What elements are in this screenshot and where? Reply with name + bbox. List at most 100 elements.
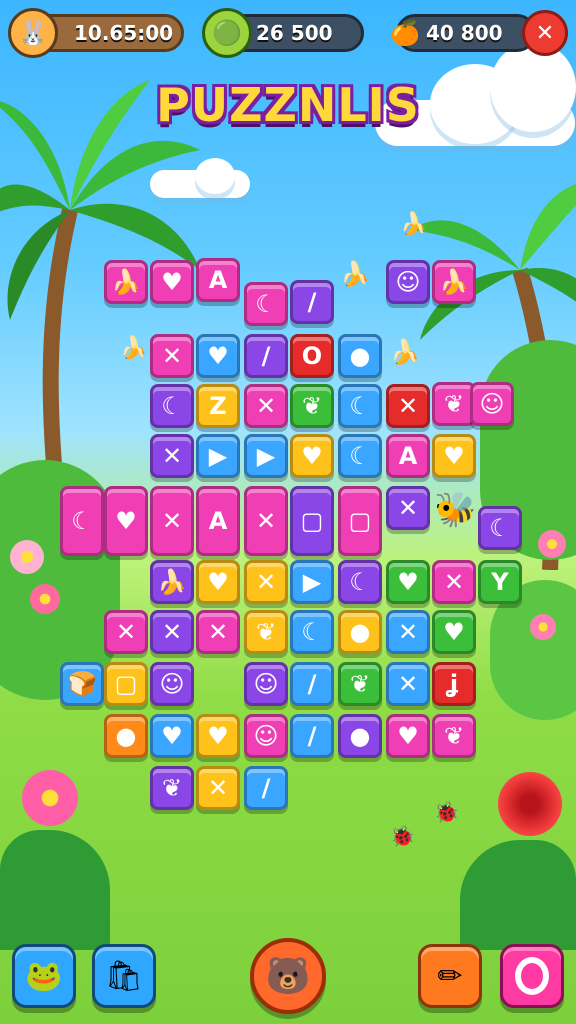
board-tile[interactable]: ☺ xyxy=(244,714,288,758)
banana-icon: 🍌 xyxy=(400,212,428,237)
board-tile[interactable]: O xyxy=(290,334,334,378)
board-tile[interactable]: ☾ xyxy=(290,610,334,654)
pencil-button[interactable]: ✏ xyxy=(418,944,482,1008)
board-tile[interactable]: ♥ xyxy=(196,334,240,378)
tile-glyph: 🍌 xyxy=(111,268,141,296)
tile-glyph: ✕ xyxy=(115,618,137,646)
board-tile[interactable]: ❦ xyxy=(150,766,194,810)
board-tile[interactable]: ♥ xyxy=(104,486,148,556)
board-tile[interactable]: ♥ xyxy=(432,434,476,478)
board-tile[interactable]: ✕ xyxy=(244,384,288,428)
board-tile[interactable]: ✕ xyxy=(150,610,194,654)
frog-button[interactable]: 🐸 xyxy=(12,944,76,1008)
board-tile[interactable]: ✕ xyxy=(150,486,194,556)
tile-glyph: / xyxy=(261,342,271,370)
board-tile[interactable]: ▶ xyxy=(290,560,334,604)
board-tile[interactable]: ☺ xyxy=(244,662,288,706)
time-value: 10.65:00 xyxy=(74,21,174,45)
board-tile[interactable]: ✕ xyxy=(150,434,194,478)
board-tile[interactable]: ☾ xyxy=(60,486,104,556)
board-tile[interactable]: ☺ xyxy=(470,382,514,426)
tile-glyph: ✕ xyxy=(207,774,229,802)
tile-glyph: 🍌 xyxy=(439,268,469,296)
board-tile[interactable]: ✕ xyxy=(386,610,430,654)
board-tile[interactable]: ❦ xyxy=(338,662,382,706)
board-tile[interactable]: ♥ xyxy=(290,434,334,478)
tile-glyph: ☾ xyxy=(349,568,371,596)
board-tile[interactable]: ♥ xyxy=(196,714,240,758)
board-tile[interactable]: ☺ xyxy=(150,662,194,706)
ring-button[interactable] xyxy=(500,944,564,1008)
close-button[interactable]: ✕ xyxy=(522,10,568,56)
bear-button[interactable]: 🐻 xyxy=(250,938,326,1014)
banana-icon: 🍌 xyxy=(340,260,370,288)
board-tile[interactable]: ✕ xyxy=(432,560,476,604)
bag-button[interactable]: 🛍 xyxy=(92,944,156,1008)
tile-glyph: ♥ xyxy=(301,442,323,470)
game-title: PUZZNLIS xyxy=(156,78,420,132)
board-tile[interactable]: ❦ xyxy=(290,384,334,428)
board-tile[interactable]: / xyxy=(290,280,334,324)
board-tile[interactable]: ☾ xyxy=(338,560,382,604)
board-tile[interactable]: ✕ xyxy=(196,610,240,654)
tile-glyph: ✕ xyxy=(161,442,183,470)
board-tile[interactable]: Y xyxy=(478,560,522,604)
board-tile[interactable]: ♥ xyxy=(432,610,476,654)
board-tile[interactable]: ☾ xyxy=(150,384,194,428)
board-tile[interactable]: ✕ xyxy=(386,662,430,706)
board-tile[interactable]: ✕ xyxy=(196,766,240,810)
tile-glyph: ♥ xyxy=(161,722,183,750)
tile-glyph: ❦ xyxy=(255,618,277,646)
board-tile[interactable]: ▶ xyxy=(196,434,240,478)
board-tile[interactable]: ✕ xyxy=(104,610,148,654)
beetle-icon: 🐞 xyxy=(390,824,415,848)
board-tile[interactable]: ♥ xyxy=(386,560,430,604)
board-tile[interactable]: 🍞 xyxy=(60,662,104,706)
board-tile[interactable]: 🍌 xyxy=(104,260,148,304)
board-tile[interactable]: ♥ xyxy=(150,260,194,304)
tile-glyph: ❦ xyxy=(161,774,183,802)
board-tile[interactable]: ✕ xyxy=(150,334,194,378)
board-tile[interactable]: ● xyxy=(338,334,382,378)
banana-icon: 🍌 xyxy=(390,338,420,366)
board-tile[interactable]: ❦ xyxy=(432,714,476,758)
board-tile[interactable]: ✕ xyxy=(386,486,430,530)
board-tile[interactable]: ● xyxy=(338,610,382,654)
board-tile[interactable]: A xyxy=(196,258,240,302)
tile-glyph: ♥ xyxy=(207,722,229,750)
board-tile[interactable]: / xyxy=(244,334,288,378)
board-tile[interactable]: ● xyxy=(104,714,148,758)
board-tile[interactable]: A xyxy=(196,486,240,556)
tile-glyph: A xyxy=(208,507,228,535)
tile-glyph: ✕ xyxy=(443,568,465,596)
tile-glyph: ✕ xyxy=(207,618,229,646)
board-tile[interactable]: ♥ xyxy=(196,560,240,604)
game-screen: 🐰 10.65:00 🟢 26 500 🍊 40 800 ✕ PUZZNLIS … xyxy=(0,0,576,1024)
board-tile[interactable]: ☾ xyxy=(338,384,382,428)
board-tile[interactable]: ☾ xyxy=(478,506,522,550)
board-tile[interactable]: ✕ xyxy=(244,486,288,556)
board-tile[interactable]: ▢ xyxy=(290,486,334,556)
board-tile[interactable]: / xyxy=(290,662,334,706)
board-tile[interactable]: ʝ xyxy=(432,662,476,706)
board-tile[interactable]: ☺ xyxy=(386,260,430,304)
board-tile[interactable]: / xyxy=(290,714,334,758)
board-tile[interactable]: / xyxy=(244,766,288,810)
board-tile[interactable]: ☾ xyxy=(244,282,288,326)
board-tile[interactable]: ▢ xyxy=(338,486,382,556)
board-tile[interactable]: ♥ xyxy=(386,714,430,758)
flower-icon xyxy=(22,770,78,826)
board-tile[interactable]: Z xyxy=(196,384,240,428)
board-tile[interactable]: ▢ xyxy=(104,662,148,706)
board-tile[interactable]: ♥ xyxy=(150,714,194,758)
board-tile[interactable]: ● xyxy=(338,714,382,758)
board-tile[interactable]: ✕ xyxy=(244,560,288,604)
board-tile[interactable]: ▶ xyxy=(244,434,288,478)
board-tile[interactable]: 🍌 xyxy=(432,260,476,304)
board-tile[interactable]: 🍌 xyxy=(150,560,194,604)
board-tile[interactable]: A xyxy=(386,434,430,478)
board-tile[interactable]: ❦ xyxy=(244,610,288,654)
board-tile[interactable]: ✕ xyxy=(386,384,430,428)
tile-glyph: ʝ xyxy=(449,670,459,698)
board-tile[interactable]: ☾ xyxy=(338,434,382,478)
